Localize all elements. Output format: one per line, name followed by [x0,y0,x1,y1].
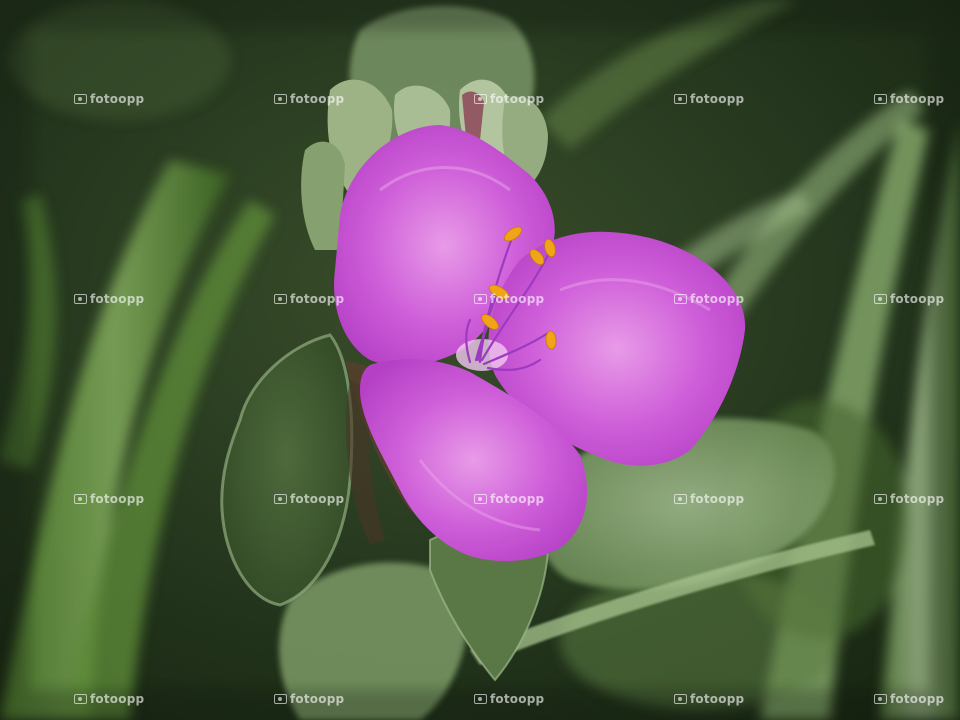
camera-icon [874,294,887,304]
watermark: fotoopp [874,92,944,106]
watermark: fotoopp [474,92,544,106]
watermark-text: fotoopp [890,492,945,506]
camera-icon [74,494,87,504]
watermark: fotoopp [74,292,144,306]
camera-icon [674,494,687,504]
watermark: fotoopp [474,292,544,306]
watermark-text: fotoopp [890,692,945,706]
camera-icon [874,494,887,504]
watermark: fotoopp [274,692,344,706]
camera-icon [274,294,287,304]
watermark-text: fotoopp [290,492,345,506]
camera-icon [474,294,487,304]
watermark: fotoopp [74,692,144,706]
watermark: fotoopp [674,692,744,706]
camera-icon [474,694,487,704]
camera-icon [74,694,87,704]
watermark: fotoopp [674,492,744,506]
camera-icon [674,694,687,704]
watermark: fotoopp [874,292,944,306]
camera-icon [274,694,287,704]
watermark-text: fotoopp [290,692,345,706]
watermark: fotoopp [474,492,544,506]
photo: fotoopp fotoopp fotoopp fotoopp fotoopp fotoo… [0,0,960,720]
camera-icon [74,294,87,304]
flower-scene [0,0,960,720]
watermark-text: fotoopp [690,92,745,106]
watermark-text: fotoopp [890,92,945,106]
watermark: fotoopp [474,692,544,706]
watermark-text: fotoopp [490,492,545,506]
watermark: fotoopp [874,692,944,706]
watermark-text: fotoopp [90,292,145,306]
watermark-text: fotoopp [890,292,945,306]
watermark: fotoopp [674,92,744,106]
camera-icon [274,494,287,504]
watermark-text: fotoopp [90,92,145,106]
watermark: fotoopp [74,92,144,106]
camera-icon [674,94,687,104]
watermark: fotoopp [274,92,344,106]
watermark-text: fotoopp [490,692,545,706]
watermark-text: fotoopp [490,292,545,306]
watermark: fotoopp [274,292,344,306]
camera-icon [674,294,687,304]
camera-icon [74,94,87,104]
watermark-text: fotoopp [290,292,345,306]
camera-icon [274,94,287,104]
watermark: fotoopp [674,292,744,306]
watermark-text: fotoopp [690,692,745,706]
watermark-text: fotoopp [90,692,145,706]
watermark-text: fotoopp [690,492,745,506]
camera-icon [874,694,887,704]
camera-icon [874,94,887,104]
camera-icon [474,94,487,104]
watermark: fotoopp [74,492,144,506]
watermark: fotoopp [874,492,944,506]
watermark-text: fotoopp [290,92,345,106]
camera-icon [474,494,487,504]
watermark-text: fotoopp [90,492,145,506]
watermark-text: fotoopp [490,92,545,106]
watermark-text: fotoopp [690,292,745,306]
watermark: fotoopp [274,492,344,506]
